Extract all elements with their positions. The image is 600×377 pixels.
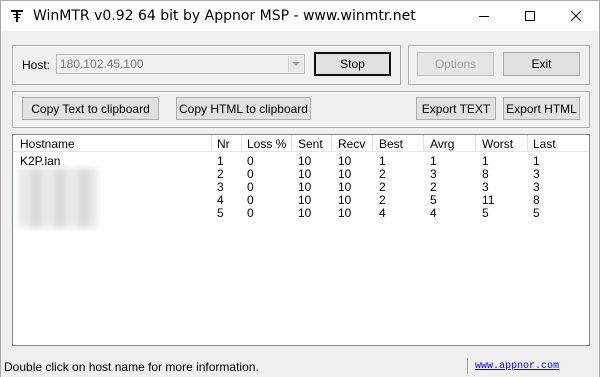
column-divider[interactable]	[291, 135, 292, 152]
host-combobox[interactable]: 180.102.45.100	[56, 54, 305, 74]
cell-loss: 0	[247, 180, 254, 194]
cell-last: 5	[533, 206, 540, 220]
winmtr-app-icon	[11, 10, 23, 22]
export-text-button[interactable]: Export TEXT	[416, 97, 496, 120]
column-header-worst[interactable]: Worst	[482, 137, 513, 151]
column-divider[interactable]	[423, 135, 424, 152]
cell-last: 3	[533, 167, 540, 181]
column-header-best[interactable]: Best	[379, 137, 403, 151]
column-header-loss[interactable]: Loss %	[247, 137, 286, 151]
minimize-button[interactable]	[461, 1, 507, 31]
close-icon	[571, 11, 581, 21]
column-header-avrg[interactable]: Avrg	[430, 137, 454, 151]
cell-worst: 8	[482, 167, 489, 181]
cell-loss: 0	[247, 206, 254, 220]
cell-loss: 0	[247, 167, 254, 181]
cell-nr: 2	[217, 167, 224, 181]
cell-avrg: 5	[430, 193, 437, 207]
cell-last: 8	[533, 193, 540, 207]
cell-best: 4	[379, 206, 386, 220]
cell-recv: 10	[338, 193, 352, 207]
cell-worst: 3	[482, 180, 489, 194]
winmtr-window: WinMTR v0.92 64 bit by Appnor MSP - www.…	[0, 0, 600, 377]
column-divider[interactable]	[527, 135, 528, 152]
host-dropdown-button[interactable]	[288, 56, 303, 72]
appnor-link[interactable]: www.appnor.com	[475, 361, 559, 372]
cell-worst: 11	[482, 193, 495, 207]
cell-nr: 1	[217, 154, 224, 168]
options-button[interactable]: Options	[417, 52, 494, 76]
status-divider	[467, 358, 468, 374]
cell-nr: 3	[217, 180, 224, 194]
status-message: Double click on host name for more infor…	[4, 360, 259, 374]
window-title: WinMTR v0.92 64 bit by Appnor MSP - www.…	[33, 8, 416, 24]
host-label: Host:	[22, 58, 51, 72]
cell-hostname[interactable]: K2P.lan	[20, 154, 60, 168]
redacted-hostnames	[18, 168, 98, 228]
cell-best: 2	[379, 167, 386, 181]
column-divider[interactable]	[211, 135, 212, 152]
cell-loss: 0	[247, 193, 254, 207]
cell-nr: 4	[217, 193, 224, 207]
column-divider[interactable]	[241, 135, 242, 152]
list-header: Hostname Nr Loss % Sent Recv Best Avrg W…	[13, 135, 589, 152]
cell-sent: 10	[298, 167, 312, 181]
cell-recv: 10	[338, 154, 352, 168]
close-button[interactable]	[553, 1, 599, 31]
maximize-button[interactable]	[507, 1, 553, 31]
column-header-last[interactable]: Last	[533, 137, 556, 151]
export-html-button[interactable]: Export HTML	[503, 97, 580, 120]
copy-html-button[interactable]: Copy HTML to clipboard	[176, 97, 311, 120]
chevron-down-icon	[292, 61, 300, 66]
results-list[interactable]: Hostname Nr Loss % Sent Recv Best Avrg W…	[12, 134, 590, 346]
cell-loss: 0	[247, 154, 254, 168]
cell-best: 1	[379, 154, 386, 168]
column-divider[interactable]	[475, 135, 476, 152]
cell-worst: 1	[482, 154, 489, 168]
exit-button[interactable]: Exit	[503, 52, 580, 76]
title-bar[interactable]: WinMTR v0.92 64 bit by Appnor MSP - www.…	[1, 1, 599, 31]
cell-best: 2	[379, 180, 386, 194]
cell-last: 1	[533, 154, 540, 168]
cell-avrg: 2	[430, 180, 437, 194]
cell-avrg: 4	[430, 206, 437, 220]
cell-sent: 10	[298, 154, 312, 168]
column-divider[interactable]	[331, 135, 332, 152]
cell-recv: 10	[338, 206, 352, 220]
cell-avrg: 1	[430, 154, 437, 168]
cell-worst: 5	[482, 206, 489, 220]
options-label: Options	[434, 57, 477, 71]
minimize-icon	[479, 16, 489, 17]
cell-best: 2	[379, 193, 386, 207]
cell-sent: 10	[298, 206, 312, 220]
column-header-hostname[interactable]: Hostname	[20, 137, 75, 151]
column-header-sent[interactable]: Sent	[298, 137, 323, 151]
copy-text-button[interactable]: Copy Text to clipboard	[22, 97, 159, 120]
cell-recv: 10	[338, 180, 352, 194]
stop-button[interactable]: Stop	[314, 52, 391, 76]
column-header-recv[interactable]: Recv	[338, 137, 365, 151]
host-value[interactable]: 180.102.45.100	[60, 57, 143, 71]
maximize-icon	[525, 11, 535, 21]
cell-recv: 10	[338, 167, 352, 181]
cell-sent: 10	[298, 193, 312, 207]
column-divider[interactable]	[372, 135, 373, 152]
status-bar: Double click on host name for more infor…	[1, 355, 599, 377]
cell-sent: 10	[298, 180, 312, 194]
cell-avrg: 3	[430, 167, 437, 181]
cell-last: 3	[533, 180, 540, 194]
column-header-nr[interactable]: Nr	[217, 137, 230, 151]
cell-nr: 5	[217, 206, 224, 220]
